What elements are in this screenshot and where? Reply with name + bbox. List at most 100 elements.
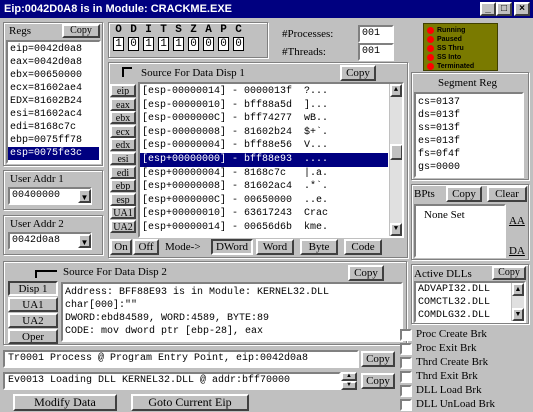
break-checkbox[interactable]: [400, 342, 412, 355]
disp1-reg-button-ua1[interactable]: UA1: [110, 206, 136, 220]
disp1-reg-button-ua2[interactable]: UA2: [110, 220, 136, 233]
minimize-button[interactable]: _: [480, 2, 496, 16]
disp2-source-button-disp-1[interactable]: Disp 1: [8, 281, 58, 296]
data-row[interactable]: [esp+00000004] - 8168c7c |.a.: [140, 167, 388, 181]
mode-code-button[interactable]: Code: [344, 239, 382, 255]
dll-item[interactable]: COMCTL32.DLL: [416, 296, 524, 309]
disp1-reg-button-edx[interactable]: edx: [110, 138, 136, 152]
window-title: Eip:0042D0A8 is in Module: CRACKME.EXE: [4, 3, 232, 15]
goto-current-eip-button[interactable]: Goto Current Eip: [131, 394, 249, 411]
data-row[interactable]: [esp+00000014] - 00656d6b kme.: [140, 221, 388, 235]
break-checkbox[interactable]: [400, 370, 412, 383]
mode-word-button[interactable]: Word: [256, 239, 294, 255]
flag-value[interactable]: 0: [218, 37, 229, 51]
data-row[interactable]: [esp-00000014] - 0000013f ?...: [140, 85, 388, 99]
disp1-corner: [122, 67, 132, 77]
register-item[interactable]: eax=0042d0a8: [8, 56, 99, 69]
disp1-reg-button-esi[interactable]: esi: [110, 152, 136, 165]
disp1-reg-button-ebx[interactable]: ebx: [110, 111, 136, 125]
register-item[interactable]: EDX=81602B24: [8, 95, 99, 108]
break-checkbox[interactable]: [400, 356, 412, 369]
event1-copy-button[interactable]: Copy: [361, 351, 395, 367]
data-row[interactable]: [esp+0000000C] - 00650000 ..e.: [140, 194, 388, 208]
user-addr1-dropdown-icon[interactable]: ▼: [78, 189, 91, 203]
flag-value[interactable]: 1: [158, 37, 169, 51]
spin-down-icon[interactable]: ▼: [341, 381, 357, 390]
data-row[interactable]: [esp-0000000C] - bff74277 wB..: [140, 112, 388, 126]
dll-list[interactable]: ADVAPI32.DLL COMCTL32.DLL COMDLG32.DLL: [414, 281, 526, 323]
dll-item[interactable]: ADVAPI32.DLL: [416, 283, 524, 296]
close-button[interactable]: ×: [514, 2, 530, 16]
break-checkbox[interactable]: [400, 398, 412, 411]
disp1-reg-button-eax[interactable]: eax: [110, 97, 136, 111]
dll-scroll-up-icon[interactable]: ▲: [512, 283, 524, 296]
registers-list[interactable]: eip=0042d0a8 eax=0042d0a8 ebx=00650000 ecx=…: [6, 40, 101, 164]
disp1-copy-button[interactable]: Copy: [340, 65, 376, 81]
register-item[interactable]: ecx=81602ae4: [8, 82, 99, 95]
disp1-reg-button-edi[interactable]: edi: [110, 165, 136, 179]
flag-value[interactable]: 0: [233, 37, 244, 51]
break-checkbox-row[interactable]: Thrd Exit Brk: [400, 370, 530, 383]
bpts-da-button[interactable]: DA: [509, 245, 525, 258]
bpts-clear-button[interactable]: Clear: [487, 186, 527, 202]
bpts-list[interactable]: None Set: [414, 204, 506, 258]
scroll-down-icon[interactable]: ▼: [390, 223, 402, 236]
mode-byte-button[interactable]: Byte: [300, 239, 338, 255]
event-spin[interactable]: ▲ ▼: [341, 372, 357, 390]
break-checkbox-row[interactable]: Thrd Create Brk: [400, 356, 530, 369]
data-row[interactable]: [esp+00000008] - 81602ac4 .*`.: [140, 180, 388, 194]
flag-value[interactable]: 0: [203, 37, 214, 51]
disp1-reg-button-esp[interactable]: esp: [110, 192, 136, 206]
break-checkbox-row[interactable]: DLL Load Brk: [400, 384, 530, 397]
register-item[interactable]: edi=8168c7c: [8, 121, 99, 134]
scroll-up-icon[interactable]: ▲: [390, 84, 402, 97]
disp2-line: CODE: mov dword ptr [ebp-28], eax: [65, 326, 264, 337]
disp1-off-button[interactable]: Off: [133, 239, 159, 255]
user-addr2-dropdown-icon[interactable]: ▼: [78, 234, 91, 248]
break-checkbox-row[interactable]: DLL UnLoad Brk: [400, 398, 530, 411]
register-item[interactable]: eip=0042d0a8: [8, 43, 99, 56]
spin-up-icon[interactable]: ▲: [341, 372, 357, 381]
flag-value[interactable]: 0: [128, 37, 139, 51]
flag-value[interactable]: 1: [143, 37, 154, 51]
bpts-aa-button[interactable]: AA: [509, 215, 525, 228]
break-checkbox[interactable]: [400, 328, 412, 341]
dlls-copy-button[interactable]: Copy: [492, 266, 526, 280]
event2-copy-button[interactable]: Copy: [361, 373, 395, 389]
break-checkbox-row[interactable]: Proc Exit Brk: [400, 342, 530, 355]
data-row[interactable]: [esp-00000010] - bff88a5d ]...: [140, 99, 388, 113]
disp2-source-button-oper[interactable]: Oper: [8, 329, 58, 344]
disp1-reg-button-eip[interactable]: eip: [110, 84, 136, 97]
segment-item: es=013f: [418, 136, 461, 147]
disp1-reg-button-ebp[interactable]: ebp: [110, 179, 136, 193]
data-row[interactable]: [esp+00000010] - 63617243 Crac: [140, 207, 388, 221]
disp1-reg-button-ecx[interactable]: ecx: [110, 124, 136, 138]
register-item[interactable]: esi=81602ac4: [8, 108, 99, 121]
mode-dword-button[interactable]: DWord: [211, 239, 253, 255]
disp1-data-list[interactable]: [esp-00000014] - 0000013f ?... [esp-00000…: [138, 82, 404, 238]
disp2-source-button-ua2[interactable]: UA2: [8, 313, 58, 328]
register-item[interactable]: ebx=00650000: [8, 69, 99, 82]
regs-copy-button[interactable]: Copy: [62, 24, 100, 38]
data-row[interactable]: [esp-00000008] - 81602b24 $+`.: [140, 126, 388, 140]
maximize-button[interactable]: □: [496, 2, 512, 16]
flag-value[interactable]: 0: [188, 37, 199, 51]
flag-value[interactable]: 1: [173, 37, 184, 51]
dll-item[interactable]: COMDLG32.DLL: [416, 309, 524, 321]
data-row[interactable]: [esp+00000000] - bff88e93 ....: [140, 152, 388, 167]
register-item[interactable]: ebp=0075ff78: [8, 134, 99, 147]
data-row[interactable]: [esp-00000004] - bff88e56 V...: [140, 139, 388, 153]
register-item[interactable]: esp=0075fe3c: [8, 147, 99, 160]
bpts-copy-button[interactable]: Copy: [446, 186, 482, 202]
disp2-source-button-ua1[interactable]: UA1: [8, 297, 58, 312]
disp1-on-button[interactable]: On: [110, 239, 132, 255]
scroll-thumb[interactable]: [390, 144, 402, 160]
break-checkbox[interactable]: [400, 384, 412, 397]
modify-data-button[interactable]: Modify Data: [13, 394, 117, 411]
disp1-scrollbar[interactable]: ▲ ▼: [389, 84, 402, 236]
flag-value[interactable]: 1: [113, 37, 124, 51]
break-checkbox-row[interactable]: Proc Create Brk: [400, 328, 530, 341]
dll-scroll-down-icon[interactable]: ▼: [512, 308, 524, 321]
disp2-copy-button[interactable]: Copy: [348, 265, 384, 281]
dll-scrollbar[interactable]: ▲ ▼: [511, 283, 524, 321]
